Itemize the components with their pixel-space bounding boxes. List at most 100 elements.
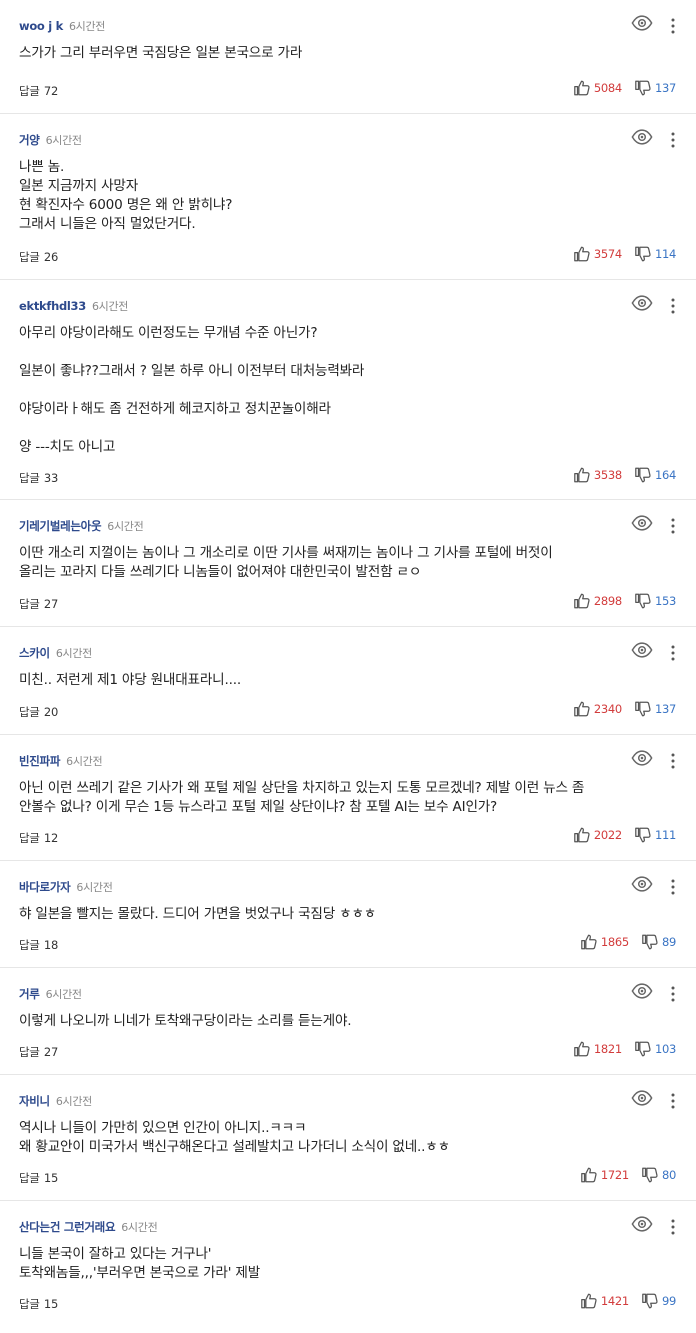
dislike-count: 103 (654, 1042, 676, 1056)
reply-button[interactable]: 답글 72 (19, 83, 58, 99)
reply-button[interactable]: 답글 12 (19, 830, 58, 846)
dislike-button[interactable]: 137 (634, 79, 676, 97)
dislike-count: 153 (654, 594, 676, 608)
like-button[interactable]: 1821 (573, 1040, 622, 1058)
comment-body: 이딴 개소리 지껄이는 놈이나 그 개소리로 이딴 기사를 써재끼는 놈이나 그… (19, 544, 676, 582)
comment-author[interactable]: 빈진파파 (19, 753, 60, 769)
eye-icon[interactable] (631, 514, 653, 532)
thumbs-down-icon (641, 933, 659, 951)
comment-line: 그래서 니들은 아직 멀었단거다. (19, 216, 196, 232)
reply-count: 12 (43, 831, 58, 845)
dislike-button[interactable]: 103 (634, 1040, 676, 1058)
comment-author[interactable]: ektkfhdl33 (19, 299, 86, 313)
eye-icon[interactable] (631, 1089, 653, 1107)
more-options-icon[interactable] (666, 985, 680, 1003)
more-options-icon[interactable] (666, 644, 680, 662)
like-button[interactable]: 2340 (573, 700, 622, 718)
reply-label: 답글 (19, 1045, 40, 1059)
dislike-button[interactable]: 153 (634, 592, 676, 610)
dislike-count: 111 (654, 828, 676, 842)
more-options-icon[interactable] (666, 297, 680, 315)
comment-line: 현 확진자수 6000 명은 왜 안 밝히냐? (19, 197, 233, 213)
comment-item: 거루 6시간전 이렇게 나오니까 니네가 토착왜구당이라는 소리를 듣는게야. … (0, 968, 696, 1075)
comment-item: 자비니 6시간전 역시나 니들이 가만히 있으면 인간이 아니지..ㅋㅋㅋ 왜 황… (0, 1075, 696, 1201)
dislike-button[interactable]: 80 (641, 1166, 676, 1184)
comment-author[interactable]: 거루 (19, 986, 40, 1002)
more-options-icon[interactable] (666, 131, 680, 149)
dislike-button[interactable]: 111 (634, 826, 676, 844)
dislike-count: 99 (661, 1294, 676, 1308)
reply-label: 답글 (19, 597, 40, 611)
comment-line: 양 ---치도 아니고 (19, 439, 116, 455)
like-button[interactable]: 1721 (580, 1166, 629, 1184)
comment-item: ektkfhdl33 6시간전 아무리 야당이라해도 이런정도는 무개념 수준 … (0, 280, 696, 500)
thumbs-down-icon (634, 245, 652, 263)
eye-icon[interactable] (631, 641, 653, 659)
comment-author[interactable]: 자비니 (19, 1093, 50, 1109)
reply-count: 15 (43, 1297, 58, 1311)
like-button[interactable]: 2022 (573, 826, 622, 844)
reply-button[interactable]: 답글 15 (19, 1296, 58, 1312)
reply-button[interactable]: 답글 20 (19, 704, 58, 720)
reply-label: 답글 (19, 705, 40, 719)
like-button[interactable]: 1421 (580, 1292, 629, 1310)
vote-group: 1865 89 (580, 933, 676, 951)
comment-time: 6시간전 (76, 881, 113, 894)
eye-icon[interactable] (631, 294, 653, 312)
reply-button[interactable]: 답글 33 (19, 470, 58, 486)
thumbs-up-icon (580, 933, 598, 951)
dislike-button[interactable]: 99 (641, 1292, 676, 1310)
comment-line: 야당이라ㅏ해도 좀 건전하게 헤코지하고 정치꾼놀이해라 (19, 401, 331, 417)
comment-item: 거양 6시간전 나쁜 놈. 일본 지금까지 사망자 현 확진자수 6000 명은 왜… (0, 114, 696, 280)
thumbs-down-icon (634, 592, 652, 610)
comment-list: woo j k 6시간전 스가가 그리 부러우면 국짐당은 일본 본국으로 가라… (0, 0, 696, 1333)
like-button[interactable]: 2898 (573, 592, 622, 610)
like-button[interactable]: 1865 (580, 933, 629, 951)
more-options-icon[interactable] (666, 878, 680, 896)
more-options-icon[interactable] (666, 1092, 680, 1110)
comment-author[interactable]: woo j k (19, 19, 63, 33)
comment-meta: 빈진파파 6시간전 (19, 753, 103, 769)
reply-button[interactable]: 답글 15 (19, 1170, 58, 1186)
comment-time: 6시간전 (107, 520, 144, 533)
eye-icon[interactable] (631, 982, 653, 1000)
comment-meta: 거루 6시간전 (19, 986, 82, 1002)
thumbs-up-icon (573, 826, 591, 844)
comment-author[interactable]: 기레기벌레는아웃 (19, 518, 102, 534)
more-options-icon[interactable] (666, 517, 680, 535)
reply-button[interactable]: 답글 18 (19, 937, 58, 953)
reply-button[interactable]: 답글 26 (19, 249, 58, 265)
more-options-icon[interactable] (666, 752, 680, 770)
eye-icon[interactable] (631, 128, 653, 146)
thumbs-down-icon (634, 700, 652, 718)
comment-time: 6시간전 (68, 20, 106, 33)
dislike-button[interactable]: 164 (634, 466, 676, 484)
reply-button[interactable]: 답글 27 (19, 596, 58, 612)
comment-body: 아닌 이런 쓰레기 같은 기사가 왜 포털 제일 상단을 차지하고 있는지 도통… (19, 779, 676, 817)
thumbs-down-icon (641, 1166, 659, 1184)
comment-line: 토착왜놈들,,,'부러우면 본국으로 가라' 제발 (19, 1265, 261, 1281)
eye-icon[interactable] (631, 1215, 653, 1233)
comment-item: 산다는건 그런거래요 6시간전 니들 본국이 잘하고 있다는 거구나' 토착왜놈들… (0, 1201, 696, 1333)
dislike-button[interactable]: 137 (634, 700, 676, 718)
dislike-button[interactable]: 114 (634, 245, 676, 263)
comment-author[interactable]: 산다는건 그런거래요 (19, 1219, 116, 1235)
eye-icon[interactable] (631, 875, 653, 893)
comment-author[interactable]: 스카이 (19, 645, 50, 661)
reply-button[interactable]: 답글 27 (19, 1044, 58, 1060)
eye-icon[interactable] (631, 14, 653, 32)
like-button[interactable]: 5084 (573, 79, 622, 97)
more-options-icon[interactable] (666, 1218, 680, 1236)
comment-author[interactable]: 거양 (19, 132, 40, 148)
thumbs-down-icon (634, 466, 652, 484)
more-options-icon[interactable] (666, 17, 680, 35)
like-button[interactable]: 3574 (573, 245, 622, 263)
eye-icon[interactable] (631, 749, 653, 767)
comment-time: 6시간전 (45, 134, 82, 147)
comment-line: 일본 지금까지 사망자 (19, 178, 138, 194)
like-button[interactable]: 3538 (573, 466, 622, 484)
comment-author[interactable]: 바다로가자 (19, 879, 71, 895)
dislike-button[interactable]: 89 (641, 933, 676, 951)
reply-label: 답글 (19, 1171, 40, 1185)
vote-group: 1821 103 (573, 1040, 676, 1058)
